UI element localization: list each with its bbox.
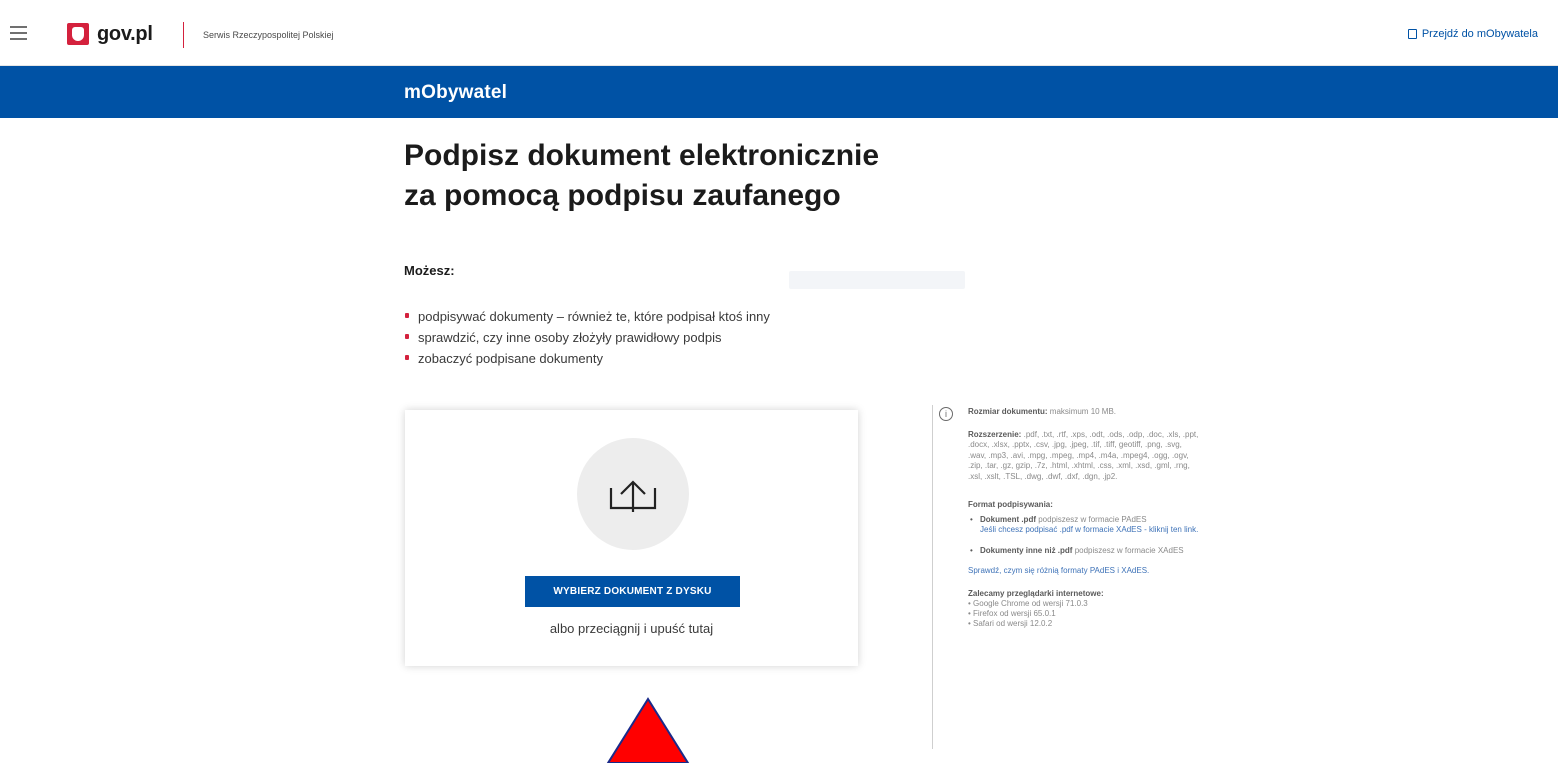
size-info: Rozmiar dokumentu: maksimum 10 MB.	[968, 407, 1202, 418]
features-list: podpisywać dokumenty – również te, które…	[404, 306, 770, 369]
pdf-format-text: podpiszesz w formacie PAdES	[1038, 514, 1147, 524]
xades-pdf-link[interactable]: Jeśli chcesz podpisać .pdf w formacie XA…	[980, 525, 1198, 534]
upload-arrow-icon	[577, 438, 689, 550]
format-label: Format podpisywania:	[968, 500, 1053, 509]
info-icon: i	[939, 407, 953, 421]
top-header: gov.pl Serwis Rzeczypospolitej Polskiej …	[0, 0, 1558, 66]
format-list: Dokument .pdf podpiszesz w formacie PAdE…	[968, 515, 1202, 557]
size-value: maksimum 10 MB.	[1049, 407, 1117, 416]
logo-text: gov.pl	[97, 22, 153, 45]
other-format-text: podpiszesz w formacie XAdES	[1074, 545, 1184, 555]
upload-dropzone[interactable]: WYBIERZ DOKUMENT Z DYSKU albo przeciągni…	[405, 410, 858, 666]
browser-item: • Safari od wersji 12.0.2	[968, 618, 1053, 628]
list-item: Dokumenty inne niż .pdf podpiszesz w for…	[968, 546, 1202, 557]
size-label: Rozmiar dokumentu:	[968, 407, 1048, 416]
govpl-logo[interactable]: gov.pl	[67, 22, 153, 46]
service-band: mObywatel	[0, 66, 1558, 118]
browsers-info: Zalecamy przeglądarki internetowe: • Goo…	[968, 589, 1202, 629]
faint-overlay-box	[789, 271, 965, 289]
list-item: zobaczyć podpisane dokumenty	[404, 348, 770, 369]
band-title: mObywatel	[404, 82, 508, 103]
go-to-mobywatel-label: Przejdź do mObywatela	[1421, 28, 1538, 40]
logo-divider	[183, 22, 184, 48]
other-format-bold: Dokumenty inne niż .pdf	[980, 545, 1073, 555]
list-item: sprawdzić, czy inne osoby złożyły prawid…	[404, 327, 770, 348]
page-title-line-1: Podpisz dokument elektronicznie	[404, 139, 880, 172]
door-icon	[1407, 29, 1417, 39]
drag-drop-hint: albo przeciągnij i upuść tutaj	[549, 621, 714, 636]
browsers-label: Zalecamy przeglądarki internetowe:	[968, 588, 1104, 598]
compare-formats-link[interactable]: Sprawdź, czym się różnią formaty PAdES i…	[968, 566, 1149, 575]
browser-item: • Google Chrome od wersji 71.0.3	[968, 598, 1088, 608]
list-item: Dokument .pdf podpiszesz w formacie PAdE…	[968, 515, 1202, 536]
info-divider	[932, 405, 933, 749]
pdf-format-bold: Dokument .pdf	[980, 514, 1036, 524]
browser-item: • Firefox od wersji 65.0.1	[968, 608, 1056, 618]
service-name: Serwis Rzeczypospolitej Polskiej	[203, 30, 334, 40]
page-title-line-2: za pomocą podpisu zaufanego	[404, 179, 841, 212]
format-heading: Format podpisywania:	[968, 500, 1202, 511]
choose-file-button[interactable]: WYBIERZ DOKUMENT Z DYSKU	[525, 576, 740, 607]
go-to-mobywatel-link[interactable]: Przejdź do mObywatela	[1407, 28, 1538, 40]
hamburger-icon[interactable]	[10, 26, 27, 40]
red-triangle-arrow	[606, 697, 690, 763]
you-can-label: Możesz:	[404, 263, 455, 278]
compare-formats: Sprawdź, czym się różnią formaty PAdES i…	[968, 566, 1202, 577]
page-title: Podpisz dokument elektronicznie za pomoc…	[404, 136, 1004, 216]
list-item: podpisywać dokumenty – również te, które…	[404, 306, 770, 327]
info-panel: Rozmiar dokumentu: maksimum 10 MB. Rozsz…	[968, 407, 1202, 629]
extensions-label: Rozszerzenie:	[968, 429, 1022, 439]
eagle-emblem-icon	[67, 23, 89, 45]
extensions-info: Rozszerzenie: .pdf, .txt, .rtf, .xps, .o…	[968, 430, 1202, 483]
